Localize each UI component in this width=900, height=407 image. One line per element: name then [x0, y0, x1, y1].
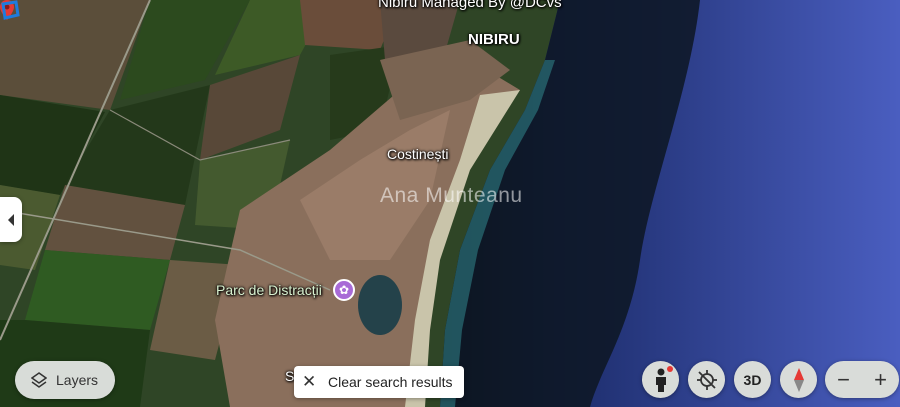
3d-toggle-button[interactable]: 3D	[734, 361, 771, 398]
amusement-park-icon[interactable]: ✿	[333, 279, 355, 301]
place-label-costinesti[interactable]: Costinești	[387, 146, 448, 162]
place-label-parc[interactable]: Parc de Distracții	[216, 282, 322, 298]
close-icon: ✕	[302, 372, 317, 391]
satellite-map[interactable]: Nibiru Managed By @DCvs NIBIRU Costineșt…	[0, 0, 900, 407]
layers-label: Layers	[56, 372, 99, 388]
map-watermark: Ana Munteanu	[380, 184, 523, 207]
layers-button[interactable]: Layers	[15, 361, 115, 399]
place-label-nibiru-managed[interactable]: Nibiru Managed By @DCvs	[378, 0, 562, 11]
my-location-button[interactable]	[688, 361, 725, 398]
area-outline-marker[interactable]	[0, 0, 20, 20]
clear-search-results-button[interactable]: ✕ Clear search results	[294, 366, 464, 398]
clear-search-label: Clear search results	[328, 374, 453, 390]
compass-button[interactable]	[780, 361, 817, 398]
chevron-left-icon	[8, 213, 14, 226]
street-view-button[interactable]	[642, 361, 679, 398]
place-label-nibiru[interactable]: NIBIRU	[468, 31, 520, 48]
zoom-controls: − +	[825, 361, 899, 398]
compass-icon	[793, 367, 804, 392]
place-label-partial[interactable]: S	[285, 368, 294, 384]
locate-off-icon	[696, 369, 717, 390]
zoom-out-button[interactable]: −	[829, 368, 859, 391]
layers-icon	[31, 372, 47, 388]
notification-dot	[667, 366, 673, 372]
zoom-in-button[interactable]: +	[866, 368, 896, 391]
pegman-icon	[655, 368, 666, 392]
collapse-side-panel-button[interactable]	[0, 197, 22, 242]
